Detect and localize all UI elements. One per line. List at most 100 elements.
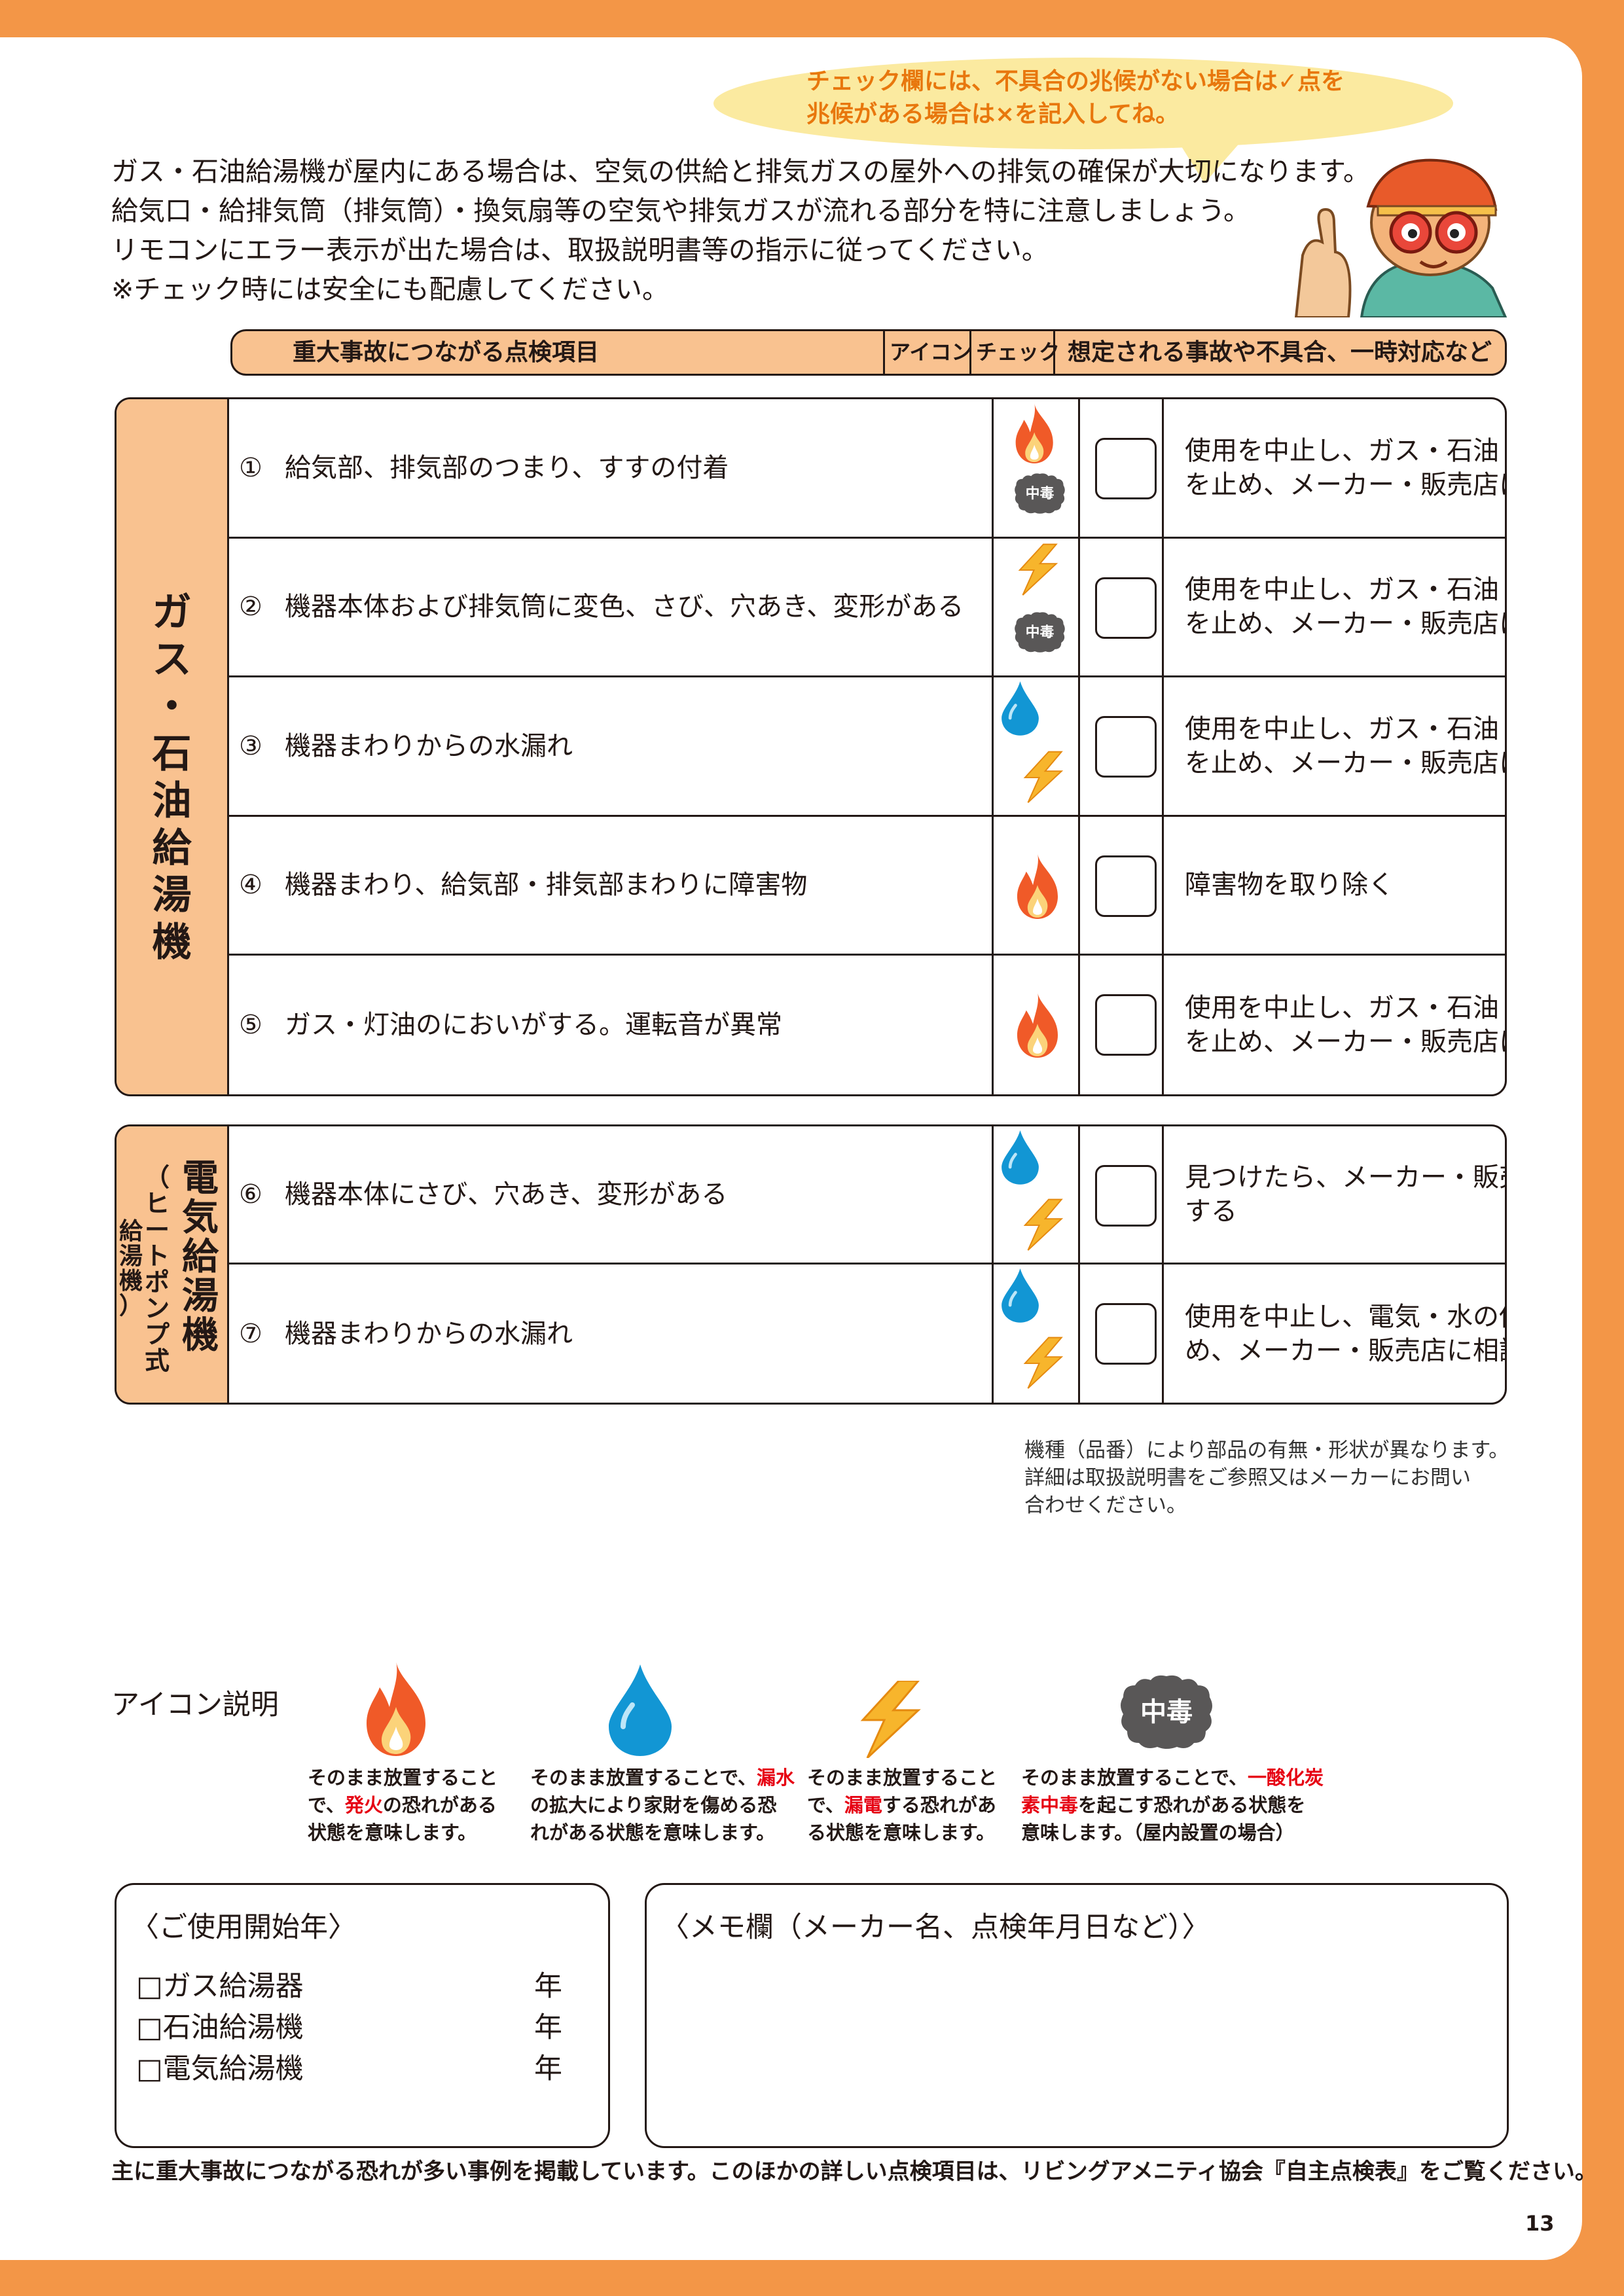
electric-heater-table: 電気給湯機 （ヒートポンプ式 給湯機） ⑥ 機器本体にさび、穴あき、変形がある … bbox=[115, 1124, 1507, 1405]
vertical-char: ー bbox=[144, 1215, 170, 1244]
start-year-box: 〈ご使用開始年〉 □ガス給湯器 年 □石油給湯機 年 □電気給湯機 年 bbox=[115, 1883, 610, 2148]
poison-icon-label: 中毒 bbox=[1140, 1697, 1193, 1727]
divider bbox=[1162, 956, 1164, 1094]
risk-icons bbox=[1000, 677, 1083, 815]
item-text: 機器本体にさび、穴あき、変形がある bbox=[285, 1179, 728, 1210]
legend-elec-line-3: る状態を意味します。 bbox=[807, 1821, 996, 1844]
gas-section-title: ガス・石油給湯機 bbox=[117, 589, 227, 966]
vertical-char: 油 bbox=[152, 778, 192, 824]
check-box[interactable] bbox=[1095, 438, 1157, 500]
water-drop-icon bbox=[609, 1664, 672, 1756]
lightning-icon bbox=[1013, 543, 1062, 600]
start-year-title: 〈ご使用開始年〉 bbox=[131, 1911, 356, 1944]
check-box[interactable] bbox=[1095, 716, 1157, 778]
inspection-item: ⑥ 機器本体にさび、穴あき、変形がある bbox=[239, 1126, 979, 1263]
inspection-item: ④ 機器まわり、給気部・排気部まわりに障害物 bbox=[239, 817, 979, 954]
legend-poison-line-1: そのまま放置することで、一酸化炭 bbox=[1021, 1767, 1324, 1789]
item-text: 機器本体および排気筒に変色、さび、穴あき、変形がある bbox=[285, 592, 964, 622]
svg-text:中毒: 中毒 bbox=[1026, 624, 1055, 641]
vertical-char: 給 bbox=[118, 1218, 143, 1245]
legend-water-highlight: 漏水 bbox=[756, 1767, 795, 1789]
intro-line-2: 給気口・給排気筒（排気筒）・換気扇等の空気や排気ガスが流れる部分を特に注意しまし… bbox=[111, 195, 1251, 226]
divider bbox=[1162, 816, 1164, 954]
table-row: ④ 機器まわり、給気部・排気部まわりに障害物 障害物を取り除く bbox=[229, 816, 1505, 956]
inspection-item: ⑤ ガス・灯油のにおいがする。運転音が異常 bbox=[239, 956, 979, 1094]
risk-icons bbox=[1000, 817, 1083, 954]
legend-poison-text: そのまま放置することで、一酸化炭 素中毒を起こす恐れがある状態を 意味します。（… bbox=[1021, 1764, 1324, 1846]
divider bbox=[992, 399, 994, 537]
vertical-char: 湯 bbox=[118, 1243, 143, 1270]
item-text: 給気部、排気部のつまり、すすの付着 bbox=[285, 452, 729, 483]
legend-poison-line-3: 意味します。（屋内設置の場合） bbox=[1021, 1821, 1295, 1844]
legend-title: アイコン説明 bbox=[111, 1689, 279, 1721]
vertical-char: 式 bbox=[144, 1346, 170, 1375]
divider bbox=[1078, 1126, 1080, 1263]
divider bbox=[1162, 538, 1164, 675]
legend-fire-line-1: そのまま放置すること bbox=[308, 1767, 498, 1789]
page-number: 13 bbox=[1525, 2211, 1555, 2236]
divider bbox=[1162, 1265, 1164, 1403]
check-box[interactable] bbox=[1095, 1164, 1157, 1227]
legend-elec-highlight: 漏電 bbox=[844, 1794, 882, 1816]
risk-icons bbox=[1000, 956, 1083, 1094]
start-year-row-electric[interactable]: □電気給湯機 年 bbox=[136, 2046, 581, 2085]
poison-icon: 中毒 bbox=[1013, 472, 1066, 518]
action-text: 使用を中止し、ガス・石油・水の供給を止め、メーカー・販売店に相談する bbox=[1185, 713, 1505, 778]
memo-box[interactable]: 〈メモ欄（メーカー名、点検年月日など）〉 bbox=[645, 1883, 1509, 2148]
start-year-row-gas[interactable]: □ガス給湯器 年 bbox=[136, 1964, 581, 2003]
vertical-char: 湯 bbox=[152, 872, 192, 918]
action-text: 使用を中止し、ガス・石油・水の供給を止め、メーカー・販売店に相談する bbox=[1185, 435, 1505, 500]
bubble-line-2: 兆候がある場合は×を記入してね。 bbox=[806, 101, 1180, 128]
lightning-icon bbox=[860, 1681, 921, 1758]
header-action: 想定される事故や不具合、一時対応など bbox=[1068, 339, 1492, 366]
header-item: 重大事故につながる点検項目 bbox=[293, 339, 600, 366]
divider bbox=[1162, 399, 1164, 537]
item-number: ⑦ bbox=[239, 1318, 262, 1349]
legend-fire-highlight: 発火 bbox=[344, 1794, 383, 1816]
vertical-char: 石 bbox=[152, 731, 192, 777]
check-box[interactable] bbox=[1095, 1302, 1157, 1365]
divider bbox=[969, 331, 971, 374]
legend-elec-text: そのまま放置すること で、漏電する恐れがあ る状態を意味します。 bbox=[807, 1764, 997, 1846]
item-text: 機器まわりからの水漏れ bbox=[285, 1318, 573, 1349]
vertical-char: ヒ bbox=[144, 1189, 170, 1218]
check-box[interactable] bbox=[1095, 577, 1157, 639]
fire-icon bbox=[367, 1661, 425, 1756]
action-text: 使用を中止し、電気・水の供給を止め、メーカー・販売店に相談する bbox=[1185, 1301, 1505, 1366]
item-text: ガス・灯油のにおいがする。運転音が異常 bbox=[285, 1010, 782, 1041]
inspection-item: ① 給気部、排気部のつまり、すすの付着 bbox=[239, 399, 979, 537]
table-header: 重大事故につながる点検項目 アイコン チェック 想定される事故や不具合、一時対応… bbox=[230, 329, 1507, 376]
footer-note: 主に重大事故につながる恐れが多い事例を掲載しています。このほかの詳しい点検項目は… bbox=[111, 2159, 1597, 2185]
vertical-char: ト bbox=[144, 1242, 170, 1270]
vertical-char: 給 bbox=[152, 825, 192, 871]
vertical-char: ） bbox=[118, 1293, 143, 1319]
vertical-char: ン bbox=[144, 1294, 170, 1323]
risk-icons: 中毒 bbox=[1000, 399, 1083, 537]
risk-icons bbox=[1000, 1265, 1083, 1403]
lightning-icon bbox=[1019, 1198, 1067, 1255]
divider bbox=[1078, 956, 1080, 1094]
divider bbox=[1078, 816, 1080, 954]
start-year-unit: 年 bbox=[534, 2053, 562, 2085]
start-year-row-oil[interactable]: □石油給湯機 年 bbox=[136, 2005, 581, 2044]
divider bbox=[992, 677, 994, 815]
legend-water-line-1: そのまま放置することで、漏水 bbox=[530, 1767, 795, 1789]
fire-icon bbox=[1015, 992, 1060, 1060]
vertical-char: ス bbox=[152, 637, 192, 683]
divider bbox=[1078, 399, 1080, 537]
risk-icons bbox=[1000, 1126, 1083, 1263]
divider bbox=[992, 816, 994, 954]
divider bbox=[1162, 1126, 1164, 1263]
legend-elec-line-2: で、漏電する恐れがあ bbox=[807, 1794, 996, 1816]
water-icon bbox=[1001, 1268, 1039, 1325]
check-box[interactable] bbox=[1095, 994, 1157, 1056]
item-number: ⑥ bbox=[239, 1179, 262, 1210]
legend-elec-line-1: そのまま放置すること bbox=[807, 1767, 998, 1789]
intro-line-3: リモコンにエラー表示が出た場合は、取扱説明書等の指示に従ってください。 bbox=[111, 234, 1049, 266]
legend-fire-line-2: で、発火の恐れがある bbox=[308, 1794, 497, 1816]
divider bbox=[992, 1265, 994, 1403]
check-box[interactable] bbox=[1095, 855, 1157, 917]
action-text: 障害物を取り除く bbox=[1185, 870, 1394, 901]
action-text: 見つけたら、メーカー・販売店に相談する bbox=[1185, 1162, 1505, 1227]
inspection-item: ② 機器本体および排気筒に変色、さび、穴あき、変形がある bbox=[239, 539, 979, 676]
